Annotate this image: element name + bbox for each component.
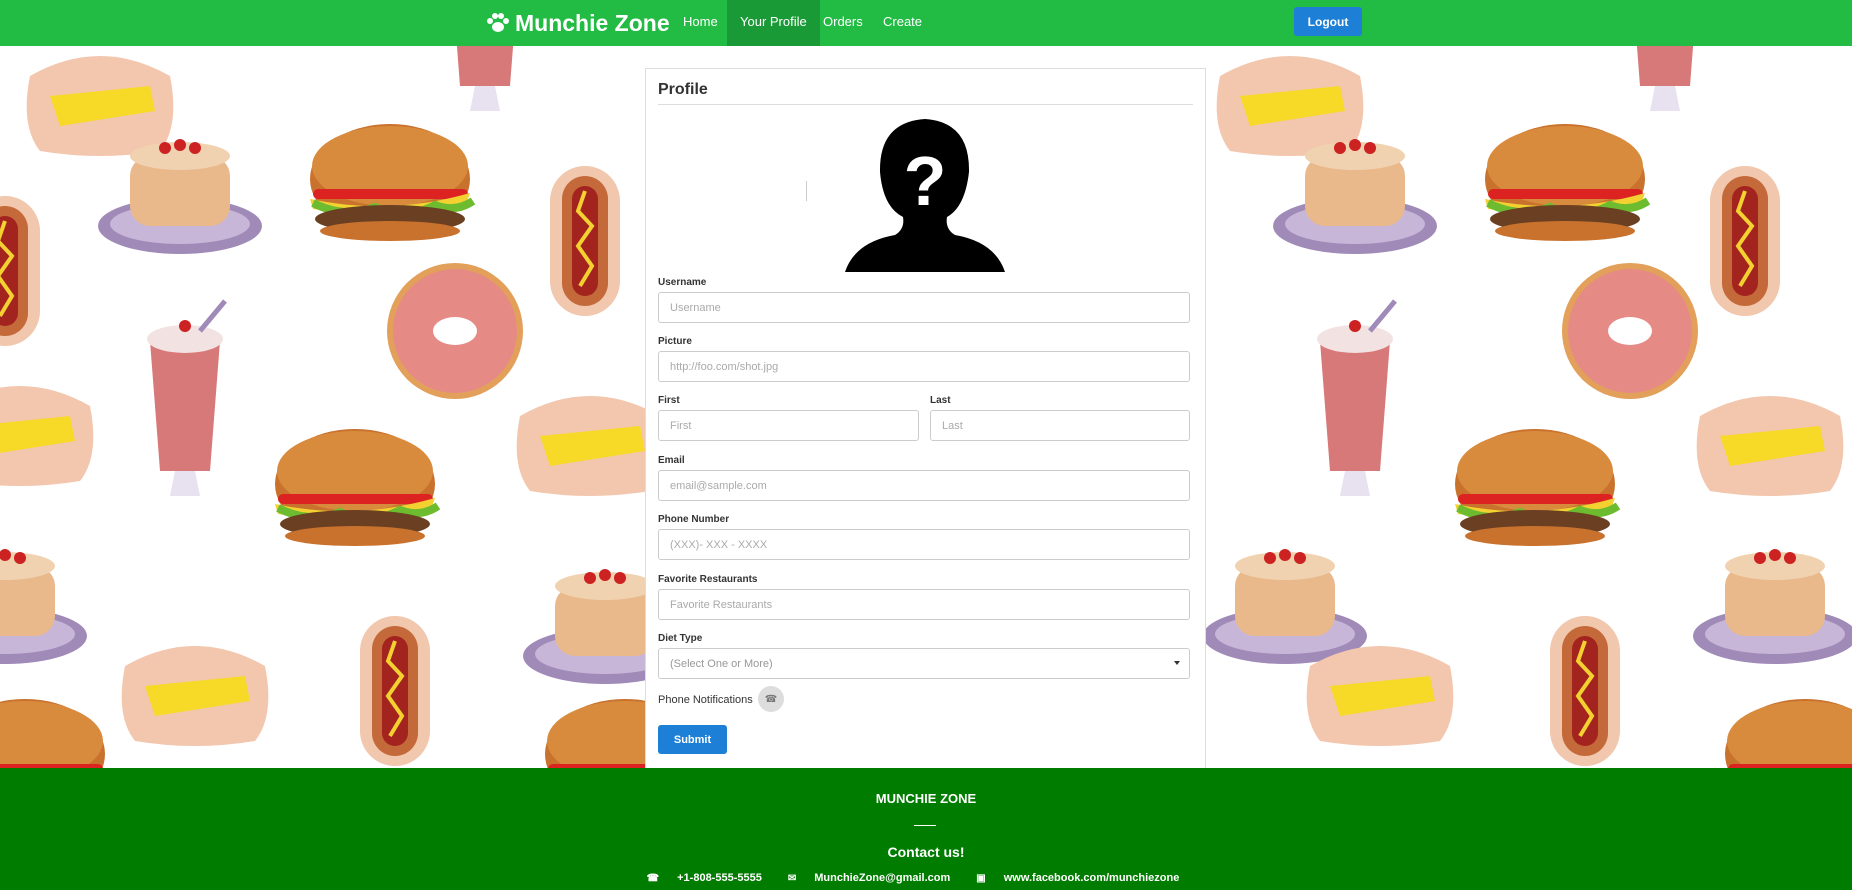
picture-url-input[interactable] [658,351,1190,382]
divider [806,181,807,201]
nav-your-profile[interactable]: Your Profile [727,0,820,46]
svg-text:?: ? [904,142,947,220]
footer-divider [914,825,936,826]
chevron-down-icon [1174,661,1180,665]
paw-icon [487,13,509,32]
brand-logo[interactable]: Munchie Zone [486,0,670,46]
submit-button[interactable]: Submit [658,725,727,754]
username-label: Username [658,277,707,288]
facebook-icon: ▣ [976,872,986,884]
nav-home[interactable]: Home [670,0,731,46]
diet-type-select[interactable]: (Select One or More) [658,648,1190,679]
contact-row: ☎ +1-808-555-5555 ✉ MunchieZone@gmail.co… [0,872,1852,884]
phone-notifications-toggle[interactable]: ☎ [758,686,784,712]
picture-label: Picture [658,336,692,347]
favorite-restaurants-label: Favorite Restaurants [658,574,758,585]
top-navbar: Munchie Zone Home Your Profile Orders Cr… [0,0,1852,46]
logout-button[interactable]: Logout [1294,7,1362,36]
last-name-input[interactable] [930,410,1190,441]
favorite-restaurants-input[interactable] [658,589,1190,620]
contact-heading: Contact us! [887,844,965,860]
title-divider [658,104,1193,105]
phone-icon: ☎ [646,872,660,884]
footer-title: MUNCHIE ZONE [875,791,977,806]
email-label: Email [658,455,685,466]
first-name-label: First [658,395,680,406]
phone-notifications-label: Phone Notifications [658,694,753,706]
brand-name: Munchie Zone [515,9,670,36]
email-input[interactable] [658,470,1190,501]
page-title: Profile [658,81,708,98]
unknown-person-silhouette-icon[interactable]: ? [845,117,1005,272]
username-input[interactable] [658,292,1190,323]
diet-type-label: Diet Type [658,633,703,644]
diet-type-selected: (Select One or More) [670,657,773,670]
first-name-input[interactable] [658,410,919,441]
last-name-label: Last [930,395,951,406]
footer-facebook-link[interactable]: www.facebook.com/munchiezone [1004,872,1180,884]
phone-icon: ☎ [764,693,778,705]
nav-orders[interactable]: Orders [810,0,876,46]
phone-number-input[interactable] [658,529,1190,560]
nav-create[interactable]: Create [870,0,935,46]
footer-email[interactable]: MunchieZone@gmail.com [814,872,950,884]
footer: MUNCHIE ZONE Contact us! ☎ +1-808-555-55… [0,768,1852,890]
profile-panel: Profile ? Username Picture First Last Em… [645,68,1206,770]
phone-number-label: Phone Number [658,514,730,525]
footer-phone: +1-808-555-5555 [677,872,762,884]
envelope-icon: ✉ [787,872,797,884]
